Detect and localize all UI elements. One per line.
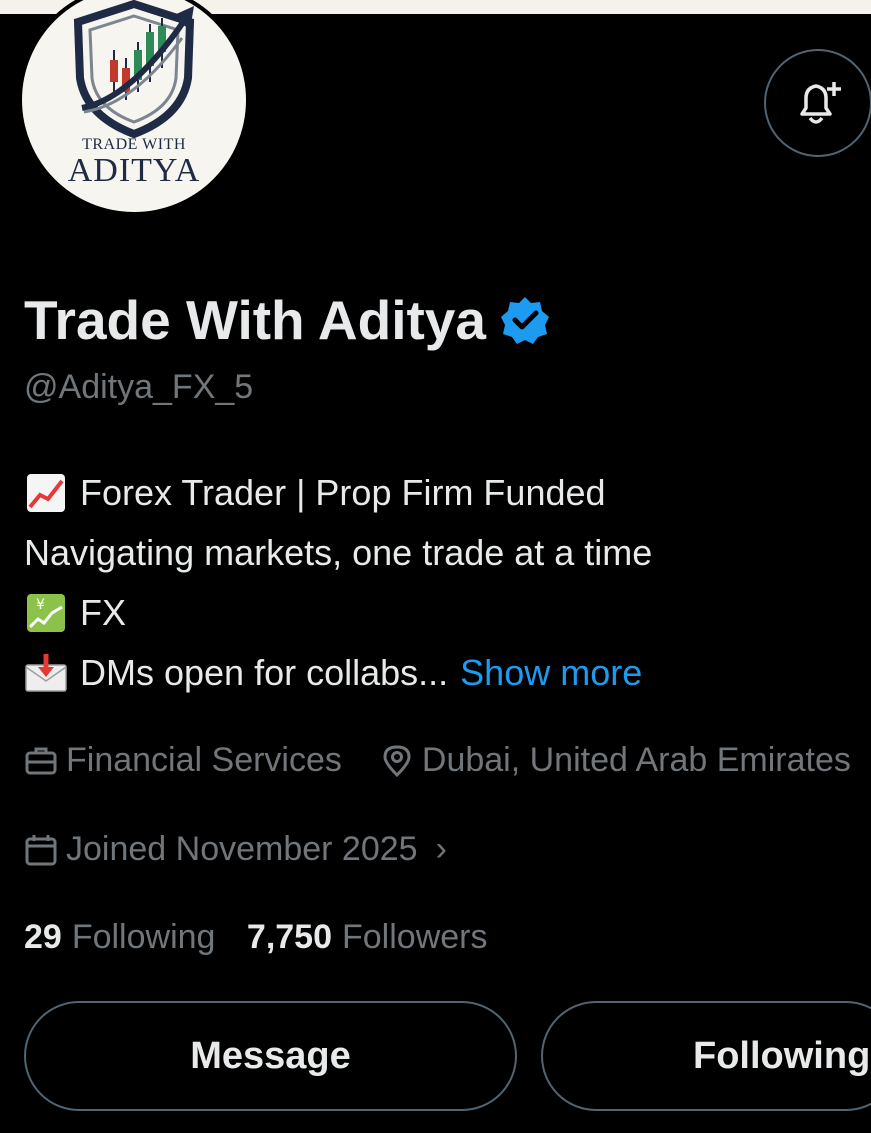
avatar[interactable]: TRADE WITH ADITYA [18, 0, 250, 216]
profile-joined-row[interactable]: Joined November 2025 › [24, 830, 447, 869]
following-label: Following [71, 918, 216, 956]
calendar-icon [24, 833, 58, 867]
logo-text-aditya: ADITYA [67, 152, 201, 189]
profile-bio: Forex Trader | Prop Firm Funded Navigati… [24, 463, 652, 703]
bio-line-3: FX [80, 592, 127, 633]
briefcase-icon [24, 744, 58, 778]
bio-line: DMs open for collabs... Show more [24, 643, 652, 703]
chart-with-yen-emoji-icon: ¥ [24, 593, 68, 633]
profile-joined-date: Joined November 2025 [66, 830, 418, 868]
profile-display-name: Trade With Aditya [24, 288, 550, 352]
bio-line-4: DMs open for collabs... [80, 652, 449, 693]
avatar-logo: TRADE WITH ADITYA [22, 0, 246, 212]
followers-count-link[interactable]: 7,750 Followers [247, 918, 488, 957]
profile-location: Dubai, United Arab Emirates [421, 741, 851, 779]
verified-badge-icon[interactable] [500, 295, 550, 345]
message-button[interactable]: Message [24, 1001, 517, 1111]
envelope-with-arrow-emoji-icon [24, 653, 68, 693]
profile-category[interactable]: Financial Services [66, 741, 342, 780]
bio-line-2: Navigating markets, one trade at a time [24, 532, 653, 573]
chevron-right-icon: › [435, 830, 447, 868]
followers-count: 7,750 [246, 918, 332, 956]
svg-text:¥: ¥ [36, 597, 45, 613]
profile-stats: 29 Following 7,750 Followers [24, 918, 487, 957]
following-count-link[interactable]: 29 Following [24, 918, 215, 957]
location-pin-icon [380, 744, 414, 778]
profile-handle: @Aditya_FX_5 [24, 368, 254, 406]
bio-line: Forex Trader | Prop Firm Funded [24, 463, 652, 523]
chart-increasing-emoji-icon [24, 473, 68, 513]
following-count: 29 [24, 918, 62, 956]
bio-line-1: Forex Trader | Prop Firm Funded [80, 472, 606, 513]
following-button[interactable]: Following [541, 1001, 871, 1111]
profile-meta-row: Financial Services Dubai, United Arab Em… [24, 741, 851, 780]
show-more-link[interactable]: Show more [460, 643, 642, 703]
bio-line: Navigating markets, one trade at a time [24, 523, 652, 583]
followers-label: Followers [342, 918, 488, 956]
notification-subscribe-button[interactable] [764, 49, 871, 157]
display-name-text: Trade With Aditya [24, 289, 486, 351]
bio-line: ¥ FX [24, 583, 652, 643]
bell-plus-icon [800, 82, 841, 124]
